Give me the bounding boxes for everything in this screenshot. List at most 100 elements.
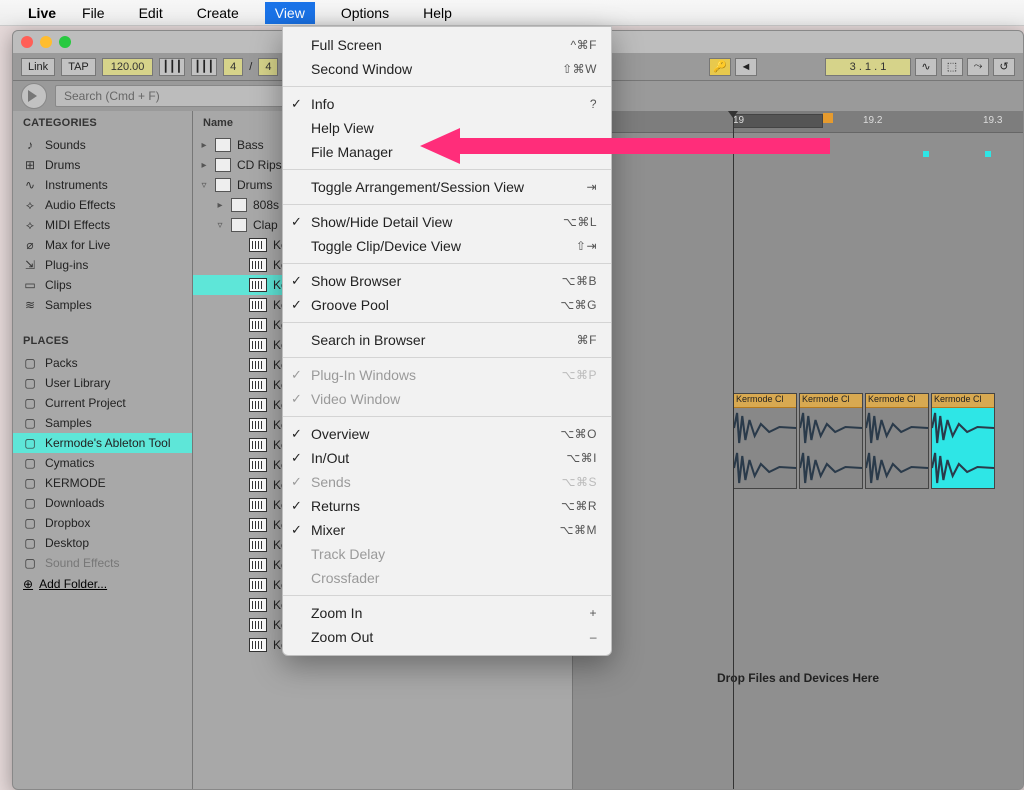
back-button[interactable]: ◄ (735, 58, 757, 76)
audio-clip[interactable]: Kermode Cl (799, 393, 863, 489)
menu-item-full-screen[interactable]: Full Screen^⌘F (283, 33, 611, 57)
sidebar-category-item[interactable]: ▭Clips (13, 275, 192, 295)
arrange-position[interactable]: 3 . 1 . 1 (825, 58, 911, 76)
sidebar-place-item[interactable]: ▢Downloads (13, 493, 192, 513)
nudge-down-button[interactable]: ┃┃┃ (159, 58, 185, 76)
check-icon: ✓ (291, 426, 302, 442)
menu-item-groove-pool[interactable]: ✓Groove Pool⌥⌘G (283, 293, 611, 317)
minimize-button[interactable] (40, 36, 52, 48)
clip-label: Kermode Cl (734, 394, 796, 408)
audio-clip[interactable]: Kermode Cl (931, 393, 995, 489)
clip-label: Kermode Cl (932, 394, 994, 408)
sidebar-category-item[interactable]: ♪Sounds (13, 135, 192, 155)
menu-separator (283, 357, 611, 358)
menu-item-label: Search in Browser (311, 332, 425, 348)
sidebar-place-item[interactable]: ▢Samples (13, 413, 192, 433)
folder-icon: ▢ (23, 396, 37, 410)
menu-item-label: Plug-In Windows (311, 367, 416, 383)
disclosure-triangle-icon[interactable]: ▸ (199, 160, 209, 171)
menu-item-show-browser[interactable]: ✓Show Browser⌥⌘B (283, 269, 611, 293)
preview-play-icon[interactable] (21, 83, 47, 109)
sidebar-place-item[interactable]: ▢Dropbox (13, 513, 192, 533)
follow-button[interactable]: ⤳ (967, 58, 989, 76)
close-button[interactable] (21, 36, 33, 48)
sidebar-place-item[interactable]: ▢Current Project (13, 393, 192, 413)
waveform-icon (249, 538, 267, 552)
sidebar-category-item[interactable]: ⟡MIDI Effects (13, 215, 192, 235)
timesig-den[interactable]: 4 (258, 58, 278, 76)
sidebar-place-item[interactable]: ▢Cymatics (13, 453, 192, 473)
sidebar-category-item[interactable]: ⇲Plug-ins (13, 255, 192, 275)
maximize-button[interactable] (59, 36, 71, 48)
menu-shortcut: ? (590, 97, 597, 111)
sidebar-place-item[interactable]: ▢Packs (13, 353, 192, 373)
disclosure-triangle-icon[interactable]: ▸ (215, 200, 225, 211)
menu-item-zoom-in[interactable]: Zoom In+ (283, 601, 611, 625)
app-name[interactable]: Live (28, 5, 56, 21)
link-button[interactable]: Link (21, 58, 55, 76)
menu-item-label: Groove Pool (311, 297, 389, 313)
waveform-icon (249, 638, 267, 652)
audio-track-lane[interactable]: Kermode Cl Kermode Cl Kermode Cl Kermode… (573, 393, 1023, 493)
sidebar-category-item[interactable]: ≋Samples (13, 295, 192, 315)
place-label: Cymatics (45, 456, 94, 470)
menu-item-info[interactable]: ✓Info? (283, 92, 611, 116)
disclosure-triangle-icon[interactable]: ▿ (199, 180, 209, 191)
sidebar-place-item[interactable]: ▢KERMODE (13, 473, 192, 493)
waveform-icon (249, 578, 267, 592)
sidebar-category-item[interactable]: ⟡Audio Effects (13, 195, 192, 215)
menu-item-show-hide-detail-view[interactable]: ✓Show/Hide Detail View⌥⌘L (283, 210, 611, 234)
menu-options[interactable]: Options (333, 2, 397, 24)
menu-item-label: Help View (311, 120, 374, 136)
folder-icon: ▢ (23, 476, 37, 490)
playhead[interactable] (733, 111, 734, 790)
menu-item-toggle-clip-device-view[interactable]: Toggle Clip/Device View⇧⇥ (283, 234, 611, 258)
sidebar-place-item[interactable]: ▢Desktop (13, 533, 192, 553)
menu-item-zoom-out[interactable]: Zoom Out– (283, 625, 611, 649)
menu-create[interactable]: Create (189, 2, 247, 24)
nudge-up-button[interactable]: ┃┃┃ (191, 58, 217, 76)
arrangement-view[interactable]: 19 19.2 19.3 Kermode Cl Kermode Cl Kermo… (573, 111, 1023, 790)
sidebar-category-item[interactable]: ⊞Drums (13, 155, 192, 175)
menu-shortcut: + (589, 606, 597, 620)
menu-item-label: Returns (311, 498, 360, 514)
menu-item-second-window[interactable]: Second Window⇧⌘W (283, 57, 611, 81)
menu-item-returns[interactable]: ✓Returns⌥⌘R (283, 494, 611, 518)
place-label: Desktop (45, 536, 89, 550)
row-label: 808s (253, 198, 279, 212)
menu-item-overview[interactable]: ✓Overview⌥⌘O (283, 422, 611, 446)
menu-edit[interactable]: Edit (131, 2, 171, 24)
waveform-icon (249, 358, 267, 372)
locator-marker[interactable] (823, 113, 833, 123)
menu-help[interactable]: Help (415, 2, 460, 24)
sidebar-category-item[interactable]: ∿Instruments (13, 175, 192, 195)
track-area[interactable]: Kermode Cl Kermode Cl Kermode Cl Kermode… (573, 133, 1023, 790)
category-icon: ⇲ (23, 258, 37, 272)
sidebar-category-item[interactable]: ⌀ Max for Live (13, 235, 192, 255)
key-midi-map-button[interactable]: 🔑 (709, 58, 731, 76)
sidebar-place-item[interactable]: ▢Sound Effects (13, 553, 192, 573)
timesig-num[interactable]: 4 (223, 58, 243, 76)
draw-mode-button[interactable]: ∿ (915, 58, 937, 76)
tempo-field[interactable]: 120.00 (102, 58, 154, 76)
sidebar-place-item[interactable]: ▢User Library (13, 373, 192, 393)
menu-item-mixer[interactable]: ✓Mixer⌥⌘M (283, 518, 611, 542)
audio-clip[interactable]: Kermode Cl (865, 393, 929, 489)
disclosure-triangle-icon[interactable]: ▿ (215, 220, 225, 231)
category-label: Max for Live (45, 238, 110, 252)
category-icon: ⌀ (23, 238, 37, 252)
disclosure-triangle-icon[interactable]: ▸ (199, 140, 209, 151)
automation-button[interactable]: ⬚ (941, 58, 963, 76)
menu-view[interactable]: View (265, 2, 315, 24)
loop-button[interactable]: ↺ (993, 58, 1015, 76)
tap-button[interactable]: TAP (61, 58, 96, 76)
check-icon: ✓ (291, 522, 302, 538)
menu-item-in-out[interactable]: ✓In/Out⌥⌘I (283, 446, 611, 470)
add-folder-button[interactable]: ⊕ Add Folder... (13, 573, 192, 595)
sidebar-place-item[interactable]: ▢Kermode's Ableton Tool (13, 433, 192, 453)
menu-item-search-in-browser[interactable]: Search in Browser⌘F (283, 328, 611, 352)
menu-shortcut: ⌥⌘S (562, 475, 597, 489)
menu-item-track-delay: Track Delay (283, 542, 611, 566)
menu-file[interactable]: File (74, 2, 113, 24)
audio-clip[interactable]: Kermode Cl (733, 393, 797, 489)
